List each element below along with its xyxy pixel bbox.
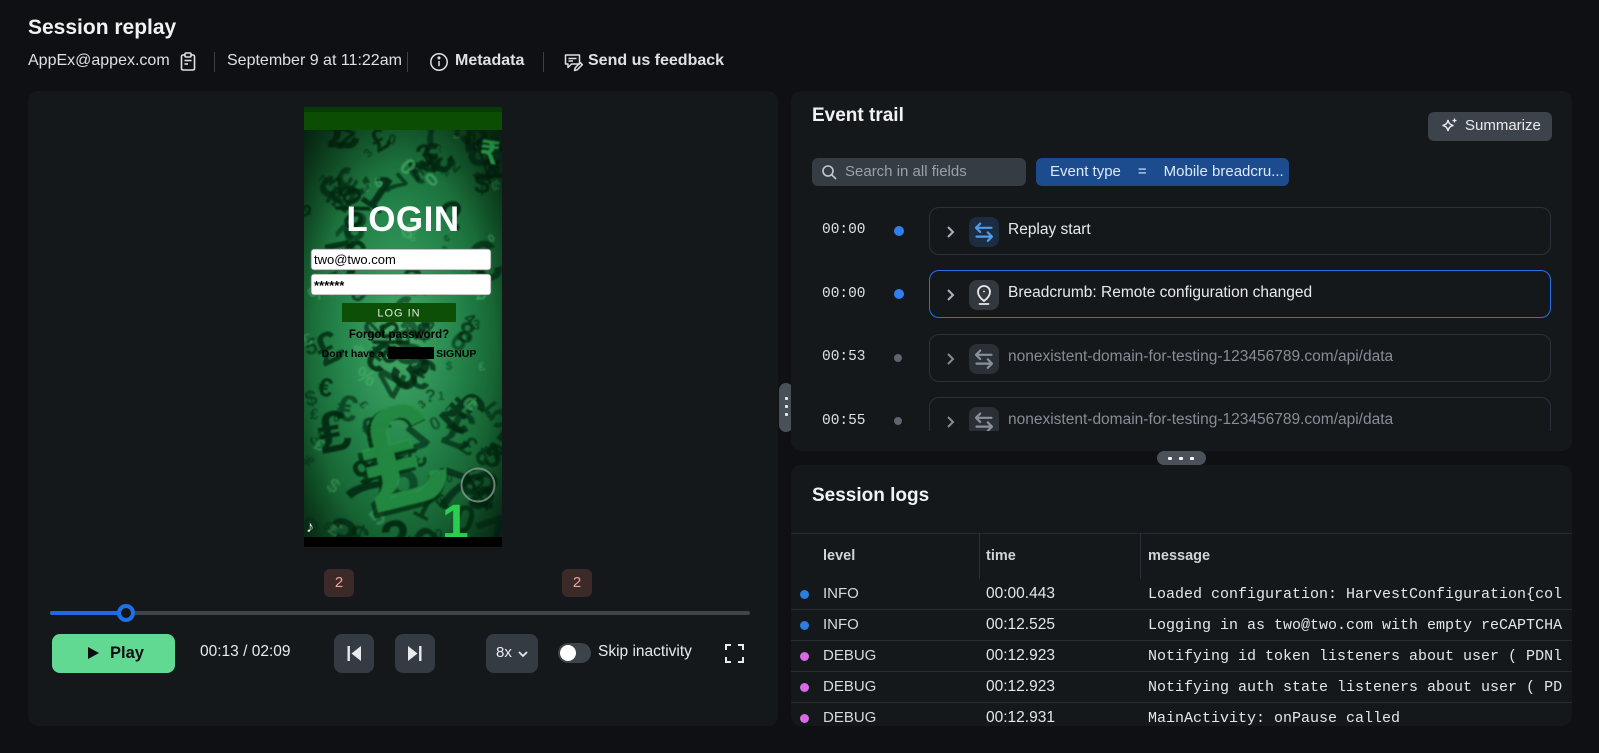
svg-text:two@two.com: two@two.com	[314, 252, 396, 267]
svg-text:LOGIN: LOGIN	[346, 200, 459, 239]
svg-text:♪: ♪	[306, 519, 314, 536]
svg-text:LOG IN: LOG IN	[377, 308, 420, 320]
svg-text:******: ******	[314, 278, 345, 293]
svg-text:Forgot password?: Forgot password?	[349, 329, 449, 341]
